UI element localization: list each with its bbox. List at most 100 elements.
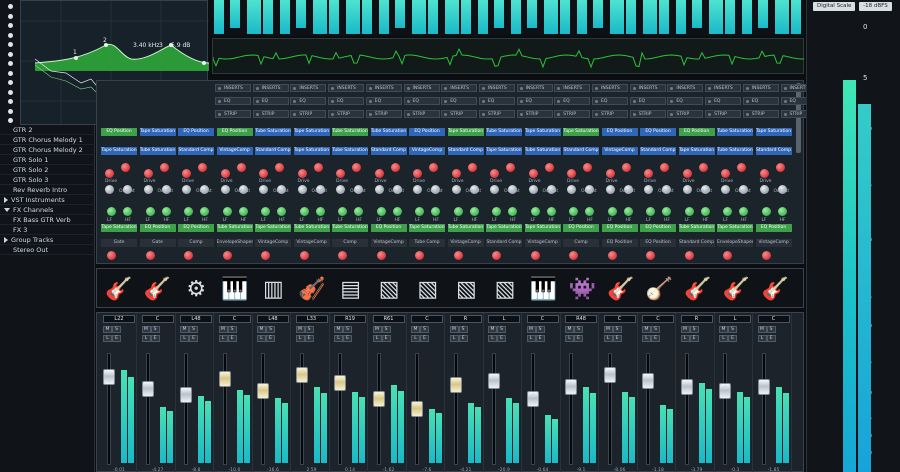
strip-knob[interactable] — [123, 207, 132, 216]
strip-knob[interactable] — [567, 169, 576, 178]
strip-header-slot[interactable]: EQ Position — [101, 128, 137, 136]
track-list-item[interactable]: Stereo Out — [0, 245, 95, 255]
visibility-dot[interactable] — [8, 32, 13, 38]
guitar-icon[interactable]: 🎸 — [142, 273, 174, 305]
rack-strip-button[interactable]: STRIP — [742, 110, 779, 118]
strip-knob[interactable] — [220, 185, 230, 194]
edit-button[interactable]: E — [227, 335, 237, 342]
strip-gate-slot[interactable]: EQ Position — [601, 224, 638, 232]
strip-knob[interactable] — [700, 207, 710, 216]
strip-knob[interactable] — [567, 185, 576, 194]
strip-knob[interactable] — [429, 163, 438, 172]
edit-button[interactable]: E — [651, 335, 660, 342]
strip-knob[interactable] — [143, 185, 153, 194]
volume-fader[interactable] — [565, 379, 577, 395]
volume-fader[interactable] — [488, 373, 500, 389]
strip-knob[interactable] — [723, 251, 732, 260]
strip-knob[interactable] — [105, 185, 114, 194]
listen-button[interactable]: L — [757, 335, 767, 342]
listen-button[interactable]: L — [180, 335, 189, 342]
xylophone-icon[interactable]: ▥ — [257, 273, 289, 305]
visibility-dot[interactable] — [8, 23, 13, 28]
strip-bottom-slot[interactable]: Gate — [139, 239, 176, 247]
strip-knob[interactable] — [662, 207, 671, 216]
listen-button[interactable]: L — [449, 335, 459, 342]
strip-knob[interactable] — [198, 163, 207, 172]
strip-knob[interactable] — [313, 163, 323, 172]
edit-button[interactable]: E — [343, 335, 352, 342]
reference-level-button[interactable]: -18 dBFS — [859, 2, 892, 11]
visibility-dot[interactable] — [8, 118, 13, 123]
rack-strip-button[interactable]: STRIP — [516, 110, 553, 118]
solo-button[interactable]: S — [535, 326, 545, 333]
rack-strip-button[interactable]: STRIP — [629, 110, 666, 118]
strip-knob[interactable] — [775, 163, 785, 172]
strip-knob[interactable] — [451, 169, 461, 178]
strip-gate-slot[interactable]: Tube Saturation — [332, 224, 368, 232]
volume-fader[interactable] — [526, 391, 539, 407]
visibility-dot[interactable] — [8, 42, 13, 47]
strip-gate-slot[interactable]: Tape Saturation — [255, 224, 291, 232]
visibility-dot[interactable] — [8, 4, 13, 9]
strip-knob[interactable] — [492, 251, 501, 260]
rack-strip-button[interactable]: STRIP — [365, 110, 402, 118]
rack-strip-button[interactable]: STRIP — [478, 110, 515, 118]
rack-inserts-button[interactable]: INSERTS — [516, 84, 553, 92]
rack-strip-button[interactable]: STRIP — [290, 110, 327, 118]
strip-sub-slot[interactable]: Standard Comp — [178, 147, 214, 155]
strip-knob[interactable] — [569, 207, 578, 216]
strip-knob[interactable] — [490, 169, 499, 178]
volume-fader[interactable] — [218, 371, 231, 387]
rack-eq-button[interactable]: EQ — [742, 97, 779, 105]
strip-knob[interactable] — [585, 207, 594, 216]
strip-knob[interactable] — [530, 207, 540, 216]
mute-button[interactable]: M — [295, 326, 305, 333]
rack-eq-button[interactable]: EQ — [516, 97, 553, 105]
strip-sub-slot[interactable]: Tube Saturation — [717, 147, 753, 155]
mute-button[interactable]: M — [103, 326, 112, 333]
rack-strip-button[interactable]: STRIP — [403, 110, 440, 118]
edit-button[interactable]: E — [612, 335, 622, 342]
solo-button[interactable]: S — [227, 326, 237, 333]
edit-button[interactable]: E — [497, 335, 506, 342]
strip-knob[interactable] — [737, 163, 746, 172]
listen-button[interactable]: L — [719, 335, 728, 342]
rack-inserts-button[interactable]: INSERTS — [290, 84, 327, 92]
guitar-pedal-icon[interactable]: ⚙ — [180, 273, 212, 305]
rack-strip-button[interactable]: STRIP — [328, 110, 365, 118]
strip-knob[interactable] — [605, 169, 615, 178]
pan-readout[interactable]: R48 — [565, 315, 597, 323]
strip-knob[interactable] — [336, 169, 345, 178]
track-list-item[interactable]: GTR Chorus Melody 1 — [0, 135, 95, 145]
listen-button[interactable]: L — [526, 335, 536, 342]
strip-knob[interactable] — [415, 207, 424, 216]
edit-button[interactable]: E — [112, 335, 121, 342]
volume-fader[interactable] — [680, 379, 693, 395]
strip-knob[interactable] — [644, 169, 653, 178]
pan-readout[interactable]: L22 — [103, 315, 135, 323]
strip-gate-slot[interactable]: Tube Saturation — [216, 224, 253, 232]
strip-knob[interactable] — [390, 163, 400, 172]
pan-readout[interactable]: L — [719, 315, 751, 323]
strip-sub-slot[interactable]: Tape Saturation — [678, 147, 715, 155]
strip-knob[interactable] — [721, 169, 730, 178]
strip-knob[interactable] — [182, 185, 191, 194]
strip-knob[interactable] — [222, 251, 232, 260]
track-list-item[interactable]: VST Instruments — [0, 195, 95, 205]
strip-sub-slot[interactable]: Standard Comp — [370, 147, 407, 155]
volume-fader[interactable] — [411, 401, 423, 417]
expand-arrow-icon[interactable] — [4, 237, 8, 243]
rack-eq-button[interactable]: EQ — [252, 97, 289, 105]
rack-eq-button[interactable]: EQ — [441, 97, 478, 105]
strip-gate-slot[interactable]: Tape Saturation — [101, 224, 137, 232]
strip-knob[interactable] — [413, 185, 422, 194]
rack-inserts-button[interactable]: INSERTS — [403, 84, 440, 92]
strip-sub-slot[interactable]: Tape Saturation — [101, 147, 137, 155]
solo-button[interactable]: S — [728, 326, 737, 333]
expand-arrow-icon[interactable] — [4, 197, 8, 203]
listen-button[interactable]: L — [411, 335, 420, 342]
strip-knob[interactable] — [392, 207, 402, 216]
strip-knob[interactable] — [259, 185, 268, 194]
mute-button[interactable]: M — [218, 326, 228, 333]
solo-button[interactable]: S — [612, 326, 622, 333]
